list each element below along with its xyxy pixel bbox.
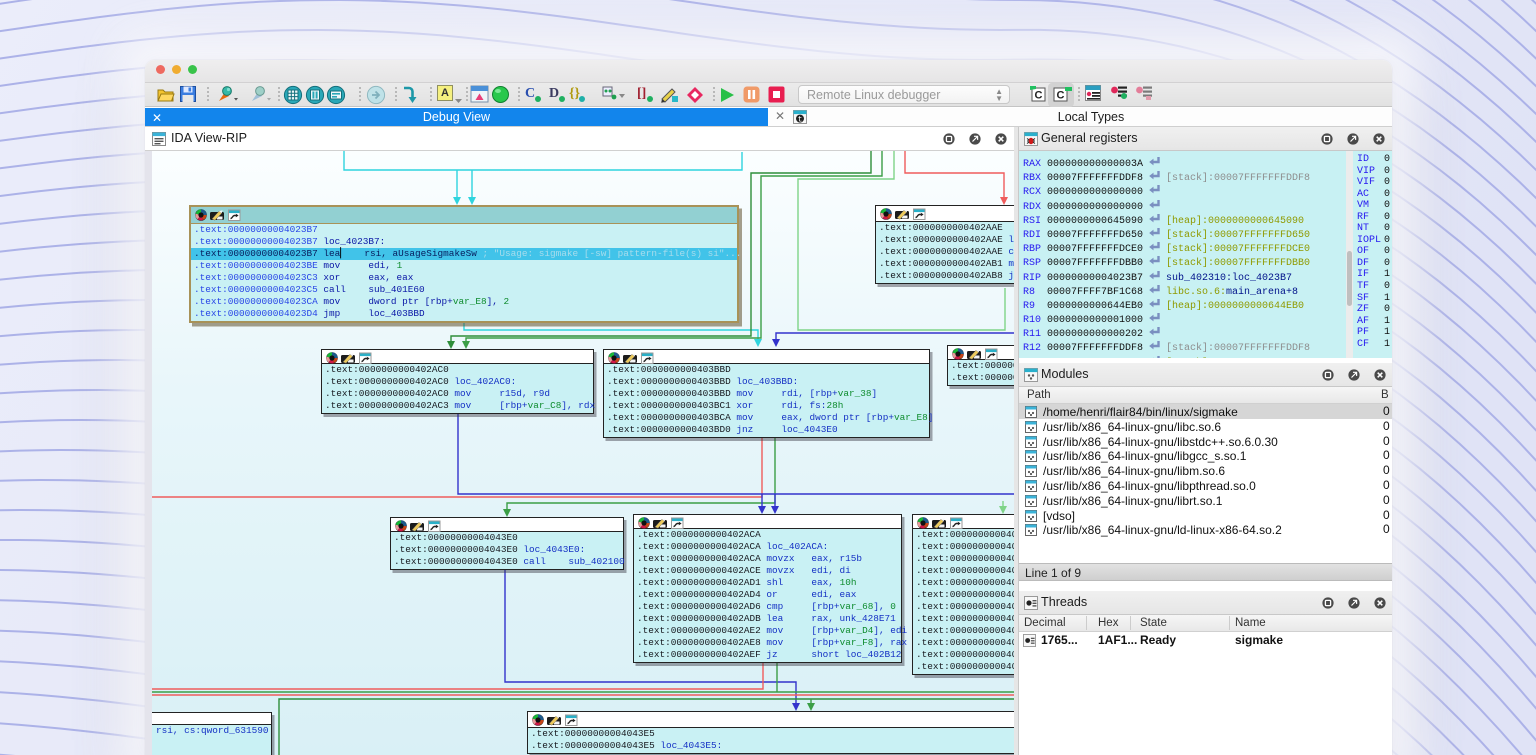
- svg-text:C: C: [1057, 90, 1065, 102]
- svg-text:C: C: [1035, 90, 1043, 102]
